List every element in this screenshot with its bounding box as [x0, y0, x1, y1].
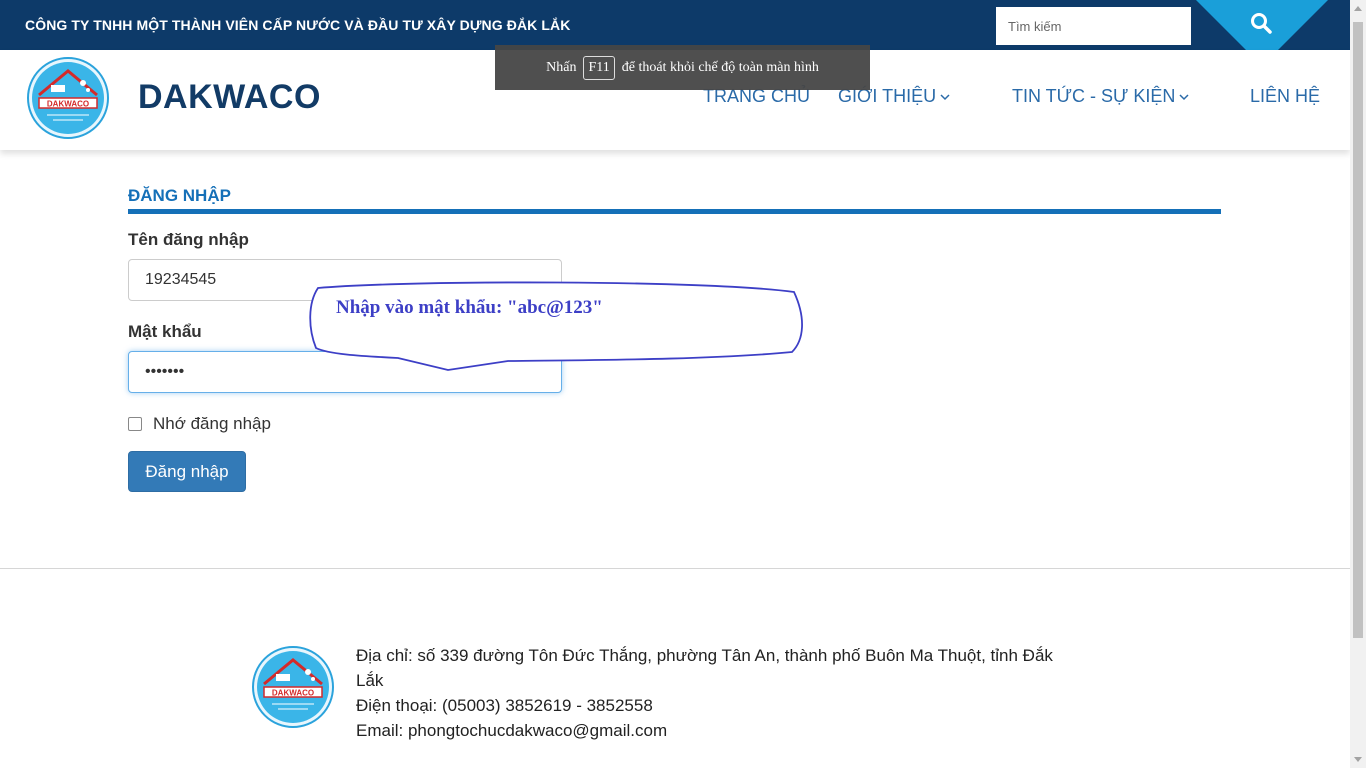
f11-key: F11 [583, 55, 615, 80]
login-button[interactable]: Đăng nhập [128, 451, 246, 492]
callout-bubble [309, 281, 803, 371]
nav-label: TIN TỨC - SỰ KIỆN [1012, 86, 1176, 106]
nav-news-events[interactable]: TIN TỨC - SỰ KIỆN [1012, 86, 1189, 107]
scroll-down-icon[interactable] [1350, 751, 1366, 768]
password-label: Mật khẩu [128, 322, 202, 341]
footer-address-line2: Lắk [356, 671, 384, 690]
login-heading: ĐĂNG NHẬP [128, 186, 231, 205]
footer-logo-text: DAKWACO [272, 689, 314, 698]
footer-logo: DAKWACO [252, 646, 334, 728]
remember-checkbox[interactable] [128, 417, 142, 431]
heading-divider [128, 209, 1221, 214]
nav-contact[interactable]: LIÊN HỆ [1250, 86, 1320, 107]
logo-text: DAKWACO [47, 100, 89, 109]
remember-label[interactable]: Nhớ đăng nhập [153, 414, 271, 434]
notice-after: để thoát khỏi chế độ toàn màn hình [621, 59, 819, 75]
dakwaco-logo[interactable]: DAKWACO [27, 57, 109, 139]
search-icon[interactable] [1249, 11, 1273, 35]
notice-before: Nhấn [546, 59, 577, 75]
brand-name[interactable]: DAKWACO [138, 78, 321, 117]
chevron-down-icon [940, 94, 950, 101]
footer-phone: Điện thoại: (05003) 3852619 - 3852558 [356, 696, 653, 715]
footer-email[interactable]: Email: phongtochucdakwaco@gmail.com [356, 718, 667, 743]
fullscreen-notice: Nhấn F11 để thoát khỏi chế độ toàn màn h… [495, 45, 870, 90]
chevron-down-icon [1179, 94, 1189, 101]
scroll-up-icon[interactable] [1350, 0, 1366, 17]
company-name: CÔNG TY TNHH MỘT THÀNH VIÊN CẤP NƯỚC VÀ … [25, 17, 571, 33]
callout-text: Nhập vào mật khẩu: "abc@123" [336, 297, 603, 318]
nav-label: LIÊN HỆ [1250, 86, 1321, 106]
footer-divider [0, 568, 1350, 569]
vertical-scrollbar[interactable] [1350, 0, 1366, 768]
footer-address-line1: Địa chỉ: số 339 đường Tôn Đức Thắng, phư… [356, 646, 1053, 665]
search-input[interactable] [996, 7, 1191, 45]
username-label: Tên đăng nhập [128, 230, 249, 249]
scroll-thumb[interactable] [1353, 22, 1363, 638]
